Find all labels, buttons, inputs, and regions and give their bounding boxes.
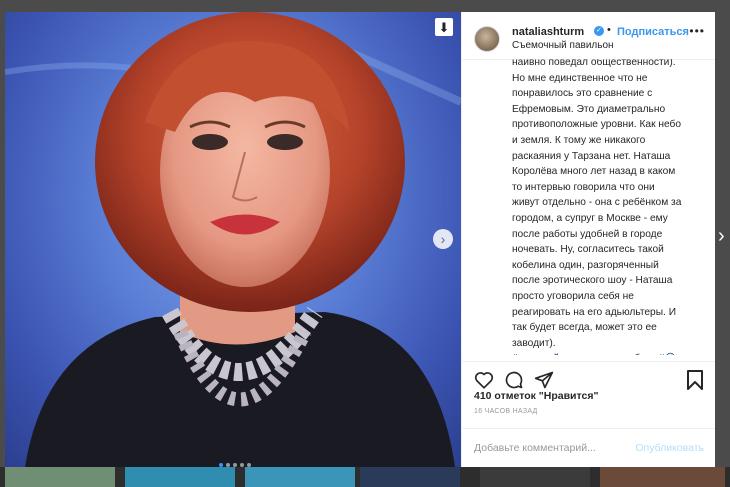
download-icon[interactable]: ⬇	[435, 18, 453, 36]
action-bar	[462, 361, 715, 392]
verified-badge-icon: ✓	[594, 26, 604, 36]
caption-line: после эротического шоу - Наташа	[512, 275, 673, 287]
caption-line: Королёва много лет назад в каком	[512, 166, 676, 178]
caption-line: и земля. К тому же никакого	[512, 134, 646, 146]
bookmark-icon[interactable]	[687, 370, 703, 390]
caption-line: реагировать на его адьюльтеры. И	[512, 306, 677, 318]
post-header: nataliashturm ✓ • Подписаться Съемочный …	[462, 12, 715, 60]
caption-line: наивно поведал общественности).	[512, 59, 676, 68]
caption-line: Ефремовым. Это диаметрально	[512, 103, 666, 115]
carousel-dot	[233, 463, 237, 467]
post-photo[interactable]: ⬇ ›	[5, 12, 461, 467]
likes-count[interactable]: 410 отметок "Нравится"	[474, 390, 598, 402]
post-timestamp[interactable]: 16 ЧАСОВ НАЗАД	[474, 408, 538, 415]
caption-line: раскаяния у Тарзана нет. Наташа	[512, 150, 671, 162]
feed-thumbnail	[245, 467, 355, 487]
caption-line: кобелина один, разгоряченный	[512, 259, 659, 271]
location-link[interactable]: Съемочный павильон	[512, 40, 614, 51]
follow-button[interactable]: Подписаться	[617, 26, 689, 38]
caption-line: так будет всегда, может это ее	[512, 322, 657, 334]
caption-line: понравилось это сравнение с	[512, 88, 653, 100]
heart-icon[interactable]	[474, 370, 494, 389]
carousel-dots	[219, 463, 251, 467]
chevron-right-icon[interactable]: ›	[433, 229, 453, 249]
feed-thumbnail	[125, 467, 235, 487]
caption-line: Но мне единственное что не	[512, 72, 648, 84]
carousel-dot	[247, 463, 251, 467]
username-link[interactable]: nataliashturm	[512, 26, 584, 38]
caption-line: ночевать. Ну, согласитесь такой	[512, 244, 664, 256]
next-post-chevron-icon[interactable]: ›	[718, 226, 725, 246]
feed-thumbnail	[600, 467, 725, 487]
feed-thumbnail	[480, 467, 590, 487]
paper-plane-icon[interactable]	[534, 370, 554, 390]
caption: наивно поведал общественности). Но мне ед…	[512, 59, 707, 355]
hashtag-line[interactable]: #хорошийлевакукрепляетбрак #😂	[512, 351, 707, 355]
post-side-panel: nataliashturm ✓ • Подписаться Съемочный …	[461, 12, 715, 467]
carousel-dot	[226, 463, 230, 467]
caption-line: противоположные уровни. Как небо	[512, 119, 682, 131]
feed-thumbnail	[5, 467, 115, 487]
separator: •	[607, 24, 611, 36]
comment-input[interactable]	[474, 442, 624, 454]
caption-text: наивно поведал общественности). Но мне ед…	[512, 59, 707, 351]
more-options-icon[interactable]: •••	[689, 24, 705, 38]
caption-line: заводит).	[512, 337, 556, 349]
hashtags[interactable]: #хорошийлевакукрепляетбрак #😂#расходимся…	[512, 351, 707, 355]
publish-button[interactable]: Опубликовать	[635, 442, 704, 454]
avatar[interactable]	[474, 26, 500, 52]
caption-line: после работы удобней в городе	[512, 228, 663, 240]
carousel-dot	[240, 463, 244, 467]
carousel-dot	[219, 463, 223, 467]
tv-screen-photo	[5, 12, 461, 467]
caption-line: городом, а супруг в Москве - ему	[512, 212, 668, 224]
caption-line: просто уговорила себя не	[512, 290, 634, 302]
caption-line: то интервью говорила что они	[512, 181, 655, 193]
caption-line: живут отдельно - она с ребёнком за	[512, 197, 682, 209]
comment-icon[interactable]	[504, 370, 524, 390]
feed-thumbnail	[360, 467, 460, 487]
background-feed-strip	[0, 467, 730, 487]
comment-bar: Опубликовать	[462, 428, 715, 468]
